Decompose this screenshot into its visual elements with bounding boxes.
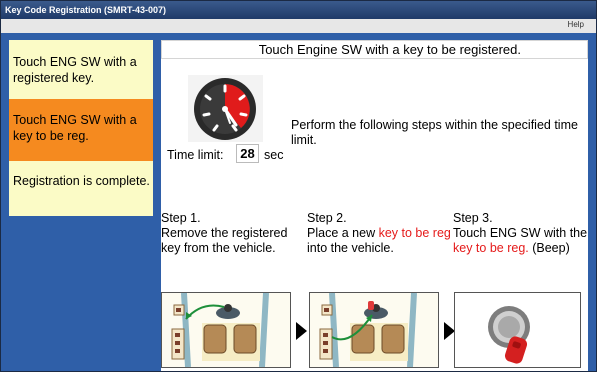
step-arrow-icon [296, 322, 307, 340]
main-panel: Touch Engine SW with a key to be registe… [161, 40, 588, 371]
step-3-text-before: Touch ENG SW with the [453, 226, 588, 240]
perform-steps-text: Perform the following steps within the s… [291, 118, 578, 147]
sidebar-item-registered-key: Touch ENG SW with a registered key. [9, 40, 153, 99]
content-area: Touch ENG SW with a registered key. Touc… [1, 33, 596, 371]
step-2-highlight: key to be reg [378, 226, 451, 240]
window-title: Key Code Registration (SMRT-43-007) [1, 1, 596, 19]
remove-key-illustration-icon [162, 293, 290, 367]
step-2-illustration [309, 292, 439, 368]
step-3-highlight: key to be reg. [453, 241, 529, 255]
step-2-title: Step 2. [307, 211, 347, 225]
step-1: Step 1. Remove the registered key from t… [161, 211, 296, 256]
timer-panel [188, 75, 263, 142]
instruction-banner: Touch Engine SW with a key to be registe… [161, 40, 588, 59]
timer-dial-icon [194, 78, 256, 140]
time-limit-value: 28 [236, 144, 259, 163]
step-3-title: Step 3. [453, 211, 493, 225]
step-3-text-after: (Beep) [528, 241, 570, 255]
step-3-illustration [454, 292, 581, 368]
help-menu[interactable]: Help [568, 20, 584, 29]
progress-sidebar: Touch ENG SW with a registered key. Touc… [9, 40, 153, 216]
touch-engine-switch-icon [455, 293, 580, 367]
step-1-title: Step 1. [161, 211, 201, 225]
sidebar-item-key-to-register: Touch ENG SW with a key to be reg. [9, 99, 153, 161]
sidebar-item-registration-complete: Registration is complete. [9, 161, 153, 216]
place-key-illustration-icon [310, 293, 438, 367]
time-limit-unit: sec [264, 148, 284, 162]
step-3: Step 3. Touch ENG SW with the key to be … [453, 211, 588, 256]
step-2-text-before: Place a new [307, 226, 379, 240]
step-2-text-after: into the vehicle. [307, 241, 394, 255]
step-1-illustration [161, 292, 291, 368]
app-window: Key Code Registration (SMRT-43-007) Help… [0, 0, 597, 372]
time-limit-label: Time limit: [167, 148, 224, 162]
step-2: Step 2. Place a new key to be reg into t… [307, 211, 452, 256]
step-1-text: Remove the registered key from the vehic… [161, 226, 288, 255]
menu-bar: Help [1, 19, 596, 34]
step-3-text: Touch ENG SW with the key to be reg. (Be… [453, 226, 588, 256]
step-2-text: Place a new key to be reg into the vehic… [307, 226, 452, 256]
